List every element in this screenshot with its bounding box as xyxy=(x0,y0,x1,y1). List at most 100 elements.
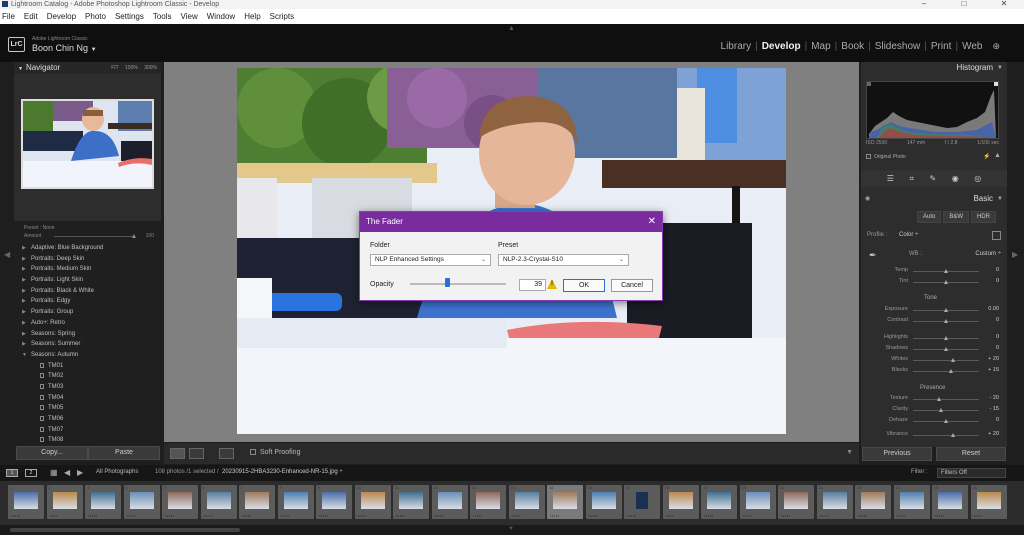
filmstrip-thumb[interactable]: 13 ••••• xyxy=(470,485,506,519)
minimize-icon[interactable]: – xyxy=(904,0,944,9)
filmstrip-thumb[interactable]: 16 ••••• xyxy=(585,485,622,519)
source-label[interactable]: All Photographs xyxy=(96,469,138,475)
preset-folder[interactable]: ▶ Portraits: Black & White xyxy=(22,286,160,297)
filmstrip-thumb[interactable]: 2 ••••• xyxy=(46,485,83,519)
eye-icon[interactable]: ◉ xyxy=(865,193,870,205)
slider-knob[interactable] xyxy=(944,336,948,340)
slider-shadows[interactable]: Shadows 0 xyxy=(867,345,1001,355)
slider-contrast[interactable]: Contrast 0 xyxy=(867,317,1001,327)
crop-icon[interactable]: ⌗ xyxy=(909,174,914,184)
filmstrip-thumb[interactable]: 24 ••••• xyxy=(893,485,930,519)
auto-button[interactable]: Auto xyxy=(917,211,942,223)
folder-closed-icon[interactable]: ▶ xyxy=(22,243,31,254)
slider-tint[interactable]: Tint 0 xyxy=(867,278,1001,288)
ok-button[interactable]: OK xyxy=(563,279,605,292)
preset-item[interactable]: TM01 xyxy=(22,361,160,372)
filmstrip-thumb[interactable]: 4 ••••• xyxy=(123,485,160,519)
module-library[interactable]: Library xyxy=(717,41,756,52)
slider-knob[interactable] xyxy=(950,433,955,437)
filmstrip-thumb[interactable]: 21 ••••• xyxy=(778,485,814,519)
menu-develop[interactable]: Develop xyxy=(47,12,76,21)
slider-value[interactable]: 0 xyxy=(996,278,999,284)
slider-knob[interactable] xyxy=(944,319,948,323)
filmstrip-thumb[interactable]: 8 ••••• xyxy=(277,485,314,519)
preset-folder[interactable]: ▶ Portraits: Light Skin xyxy=(22,275,160,286)
forward-arrow-icon[interactable]: ▶ xyxy=(77,468,83,477)
preset-item[interactable]: TM03 xyxy=(22,382,160,393)
collapse-bottom-icon[interactable]: ▼ xyxy=(508,526,514,532)
slider-knob[interactable] xyxy=(944,347,948,351)
menu-help[interactable]: Help xyxy=(244,12,260,21)
soft-proofing-toggle[interactable]: Soft Proofing xyxy=(250,449,300,456)
opacity-knob[interactable] xyxy=(445,278,451,287)
folder-closed-icon[interactable]: ▶ xyxy=(22,254,31,265)
slider-track[interactable] xyxy=(913,371,979,372)
right-panel-toggle-icon[interactable]: ▶ xyxy=(1012,250,1018,259)
filmstrip-thumb[interactable]: 20 ••••• xyxy=(739,485,776,519)
filmstrip-thumb[interactable]: 17 ••••• xyxy=(624,485,660,519)
menu-scripts[interactable]: Scripts xyxy=(270,12,294,21)
menu-edit[interactable]: Edit xyxy=(24,12,38,21)
slider-value[interactable]: - 20 xyxy=(990,395,999,401)
slider-exposure[interactable]: Exposure 0.00 xyxy=(867,306,1001,316)
folder-closed-icon[interactable]: ▶ xyxy=(22,296,31,307)
paste-button[interactable]: Paste xyxy=(88,446,160,460)
slider-vibrance[interactable]: Vibrance + 20 xyxy=(867,431,1001,441)
module-map[interactable]: Map xyxy=(807,41,834,52)
reset-button[interactable]: Reset xyxy=(936,447,1006,461)
histogram-header[interactable]: Histogram ▼ xyxy=(861,62,1007,74)
redeye-icon[interactable]: ◉ xyxy=(952,174,959,183)
identity-plate[interactable]: Boon Chin Ng ▼ xyxy=(32,43,97,53)
slider-dehaze[interactable]: Dehaze 0 xyxy=(867,417,1001,427)
slider-track[interactable] xyxy=(913,410,979,411)
preset-item[interactable]: TM06 xyxy=(22,414,160,425)
preset-folder[interactable]: ▶ Seasons: Summer xyxy=(22,339,160,350)
healing-icon[interactable]: ✎ xyxy=(929,174,936,183)
slider-temp[interactable]: Temp 0 xyxy=(867,267,1001,277)
slider-value[interactable]: 0 xyxy=(996,267,999,273)
slider-value[interactable]: 0 xyxy=(996,334,999,340)
module-print[interactable]: Print xyxy=(927,41,956,52)
slider-value[interactable]: + 15 xyxy=(988,367,999,373)
close-window-icon[interactable]: ✕ xyxy=(984,0,1024,9)
menu-photo[interactable]: Photo xyxy=(85,12,106,21)
eyedropper-icon[interactable]: ✒ xyxy=(869,250,877,261)
slider-knob[interactable] xyxy=(944,269,948,273)
folder-select[interactable]: NLP Enhanced Settings ⌄ xyxy=(370,254,491,266)
filmstrip-thumb[interactable]: 1 ••••• xyxy=(8,485,44,519)
slider-knob[interactable] xyxy=(948,369,953,373)
module-book[interactable]: Book xyxy=(837,41,868,52)
filmstrip-thumb[interactable]: 23 ••••• xyxy=(855,485,891,519)
folder-closed-icon[interactable]: ▶ xyxy=(22,339,31,350)
navigator-preview[interactable] xyxy=(21,99,154,189)
folder-closed-icon[interactable]: ▶ xyxy=(22,264,31,275)
folder-closed-icon[interactable]: ▶ xyxy=(22,318,31,329)
filmstrip-thumb[interactable]: 22 ••••• xyxy=(816,485,853,519)
slider-value[interactable]: + 20 xyxy=(988,431,999,437)
cancel-button[interactable]: Cancel xyxy=(611,279,653,292)
opacity-track[interactable] xyxy=(410,283,506,285)
slider-knob[interactable] xyxy=(944,280,948,284)
folder-closed-icon[interactable]: ▶ xyxy=(22,275,31,286)
slider-track[interactable] xyxy=(913,435,979,436)
warning-clip-icon[interactable]: ▲ xyxy=(994,152,1001,159)
amount-knob[interactable] xyxy=(132,234,136,238)
menu-tools[interactable]: Tools xyxy=(153,12,172,21)
collapse-top-icon[interactable]: ▲ xyxy=(508,25,515,32)
slider-value[interactable]: + 20 xyxy=(988,356,999,362)
preset-folder[interactable]: ▶ Adaptive: Blue Background xyxy=(22,243,160,254)
slider-texture[interactable]: Texture - 20 xyxy=(867,395,1001,405)
slider-value[interactable]: - 15 xyxy=(990,406,999,412)
filmstrip-thumb[interactable]: 6 ••••• xyxy=(200,485,237,519)
bw-button[interactable]: B&W xyxy=(943,211,970,223)
preset-item[interactable]: TM07 xyxy=(22,425,160,436)
folder-closed-icon[interactable]: ▶ xyxy=(22,329,31,340)
filter-select[interactable]: Filters Off xyxy=(937,468,1006,478)
amount-slider[interactable]: Amount 100 xyxy=(24,233,156,239)
preset-item[interactable]: TM02 xyxy=(22,371,160,382)
opacity-input[interactable]: 39 xyxy=(519,279,546,291)
slider-knob[interactable] xyxy=(937,397,942,401)
main-window-button[interactable]: 1 xyxy=(6,469,18,477)
slider-whites[interactable]: Whites + 20 xyxy=(867,356,1001,366)
filmstrip-thumb[interactable]: 9 ••••• xyxy=(316,485,352,519)
